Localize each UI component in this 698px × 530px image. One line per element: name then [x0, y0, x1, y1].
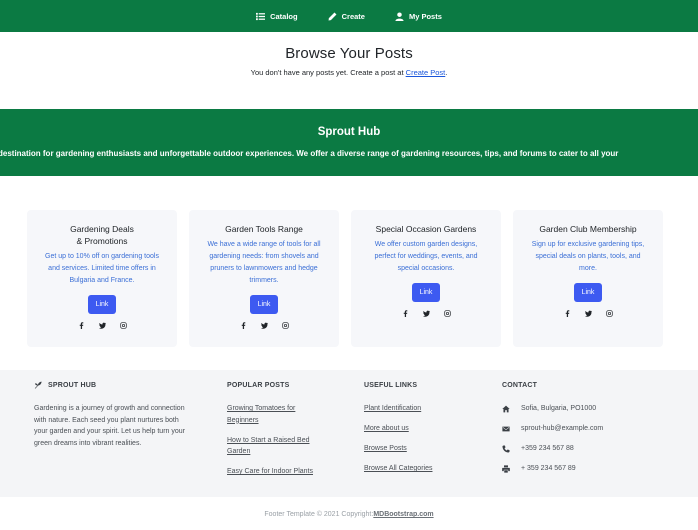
feature-cards: Gardening Deals & Promotions Get up to 10… — [27, 210, 663, 347]
popular-post-link[interactable]: How to Start a Raised Bed Garden — [227, 435, 312, 458]
seedling-icon — [34, 381, 42, 389]
twitter-icon[interactable] — [260, 321, 268, 329]
card-social-icons — [27, 321, 177, 329]
card-title: Special Occasion Gardens — [375, 224, 477, 234]
copyright-bar: Footer Template © 2021 Copyright:MDBoots… — [0, 497, 698, 530]
contact-address-text: Sofia, Bulgaria, PO1000 — [521, 405, 597, 412]
nav-catalog-label: Catalog — [270, 11, 298, 21]
card-title: Garden Tools Range — [225, 224, 303, 234]
footer-brand-heading: SPROUT HUB — [34, 380, 194, 390]
footer-useful-heading: USEFUL LINKS — [364, 381, 418, 389]
footer-brand-name: SPROUT HUB — [48, 381, 97, 389]
card-description: Sign up for exclusive gardening tips, sp… — [531, 241, 645, 272]
instagram-icon[interactable] — [443, 309, 451, 317]
popular-posts-list: Growing Tomatoes for Beginners How to St… — [227, 403, 317, 478]
nav-catalog[interactable]: Catalog — [256, 12, 298, 21]
nav-my-posts-label: My Posts — [408, 11, 442, 21]
contact-fax: + 359 234 567 89 — [502, 463, 603, 474]
facebook-icon[interactable] — [563, 309, 571, 317]
facebook-icon[interactable] — [239, 321, 247, 329]
card-gardening-deals: Gardening Deals & Promotions Get up to 10… — [27, 210, 177, 347]
useful-links-list: Plant Identification More about us Brows… — [364, 403, 432, 475]
card-social-icons — [189, 321, 339, 329]
card-title: Gardening Deals & Promotions — [27, 223, 177, 247]
footer-about-text: Gardening is a journey of growth and con… — [34, 405, 185, 447]
home-icon — [502, 405, 510, 412]
empty-posts-message: You don't have any posts yet. Create a p… — [0, 68, 698, 77]
footer: SPROUT HUB Gardening is a journey of gro… — [0, 370, 698, 497]
empty-posts-text: You don't have any posts yet. Create a p… — [250, 68, 406, 77]
hero-banner: Sprout Hub destination for gardening ent… — [0, 109, 698, 176]
footer-contact-heading: CONTACT — [502, 381, 538, 389]
card-social-icons — [351, 309, 501, 317]
card-link-button[interactable]: Link — [87, 295, 117, 314]
footer-useful-column: USEFUL LINKS Plant Identification More a… — [364, 380, 432, 483]
nav-my-posts[interactable]: My Posts — [395, 12, 442, 21]
card-title-line2: & Promotions — [76, 236, 128, 246]
hero-text: destination for gardening enthusiasts an… — [0, 149, 619, 158]
twitter-icon[interactable] — [422, 309, 430, 317]
footer-brand-column: SPROUT HUB Gardening is a journey of gro… — [34, 380, 194, 449]
useful-link[interactable]: Browse All Categories — [364, 463, 432, 475]
twitter-icon[interactable] — [98, 321, 106, 329]
print-icon — [502, 464, 510, 473]
card-title: Garden Club Membership — [539, 224, 637, 234]
card-special-occasion: Special Occasion Gardens We offer custom… — [351, 210, 501, 347]
top-navbar: Catalog Create My Posts — [0, 0, 698, 32]
popular-post-link[interactable]: Growing Tomatoes for Beginners — [227, 403, 317, 426]
list-icon — [256, 12, 266, 20]
facebook-icon[interactable] — [77, 321, 85, 329]
popular-post-link[interactable]: Easy Care for Indoor Plants — [227, 466, 317, 478]
browse-section: Browse Your Posts You don't have any pos… — [0, 32, 698, 109]
card-garden-club: Garden Club Membership Sign up for exclu… — [513, 210, 663, 347]
instagram-icon[interactable] — [281, 321, 289, 329]
contact-phone: +359 234 567 88 — [502, 443, 603, 454]
contact-address: Sofia, Bulgaria, PO1000 — [502, 403, 603, 414]
card-social-icons — [513, 309, 663, 317]
footer-popular-column: POPULAR POSTS Growing Tomatoes for Begin… — [227, 380, 317, 486]
contact-phone-text: +359 234 567 88 — [521, 445, 574, 452]
phone-icon — [502, 444, 510, 453]
card-garden-tools: Garden Tools Range We have a wide range … — [189, 210, 339, 347]
instagram-icon[interactable] — [119, 321, 127, 329]
contact-email-text: sprout-hub@example.com — [521, 425, 604, 432]
contact-email: sprout-hub@example.com — [502, 423, 603, 434]
twitter-icon[interactable] — [584, 309, 592, 317]
copyright-text: Footer Template © 2021 Copyright: — [264, 511, 374, 518]
page-title: Browse Your Posts — [285, 45, 413, 62]
footer-popular-heading: POPULAR POSTS — [227, 381, 290, 389]
card-link-button[interactable]: Link — [573, 283, 603, 302]
card-link-button[interactable]: Link — [249, 295, 279, 314]
envelope-icon — [502, 426, 510, 431]
nav-create-label: Create — [341, 11, 365, 21]
useful-link[interactable]: Browse Posts — [364, 443, 432, 455]
card-description: We offer custom garden designs, perfect … — [374, 241, 478, 272]
useful-link[interactable]: Plant Identification — [364, 403, 432, 415]
card-title-line1: Gardening Deals — [70, 224, 134, 234]
create-post-link[interactable]: Create Post — [406, 68, 446, 77]
contact-list: Sofia, Bulgaria, PO1000 sprout-hub@examp… — [502, 403, 603, 474]
contact-fax-text: + 359 234 567 89 — [521, 465, 576, 472]
card-link-button[interactable]: Link — [411, 283, 441, 302]
empty-posts-period: . — [445, 68, 448, 77]
card-description: We have a wide range of tools for all ga… — [207, 241, 321, 284]
nav-create[interactable]: Create — [328, 12, 365, 21]
facebook-icon[interactable] — [401, 309, 409, 317]
copyright-link[interactable]: MDBootstrap.com — [373, 511, 433, 518]
card-description: Get up to 10% off on gardening tools and… — [45, 253, 159, 284]
pencil-icon — [328, 12, 337, 20]
user-icon — [395, 11, 404, 21]
instagram-icon[interactable] — [605, 309, 613, 317]
hero-title: Sprout Hub — [317, 126, 381, 138]
footer-contact-column: CONTACT Sofia, Bulgaria, PO1000 sprout-h… — [502, 380, 603, 483]
useful-link[interactable]: More about us — [364, 423, 432, 435]
